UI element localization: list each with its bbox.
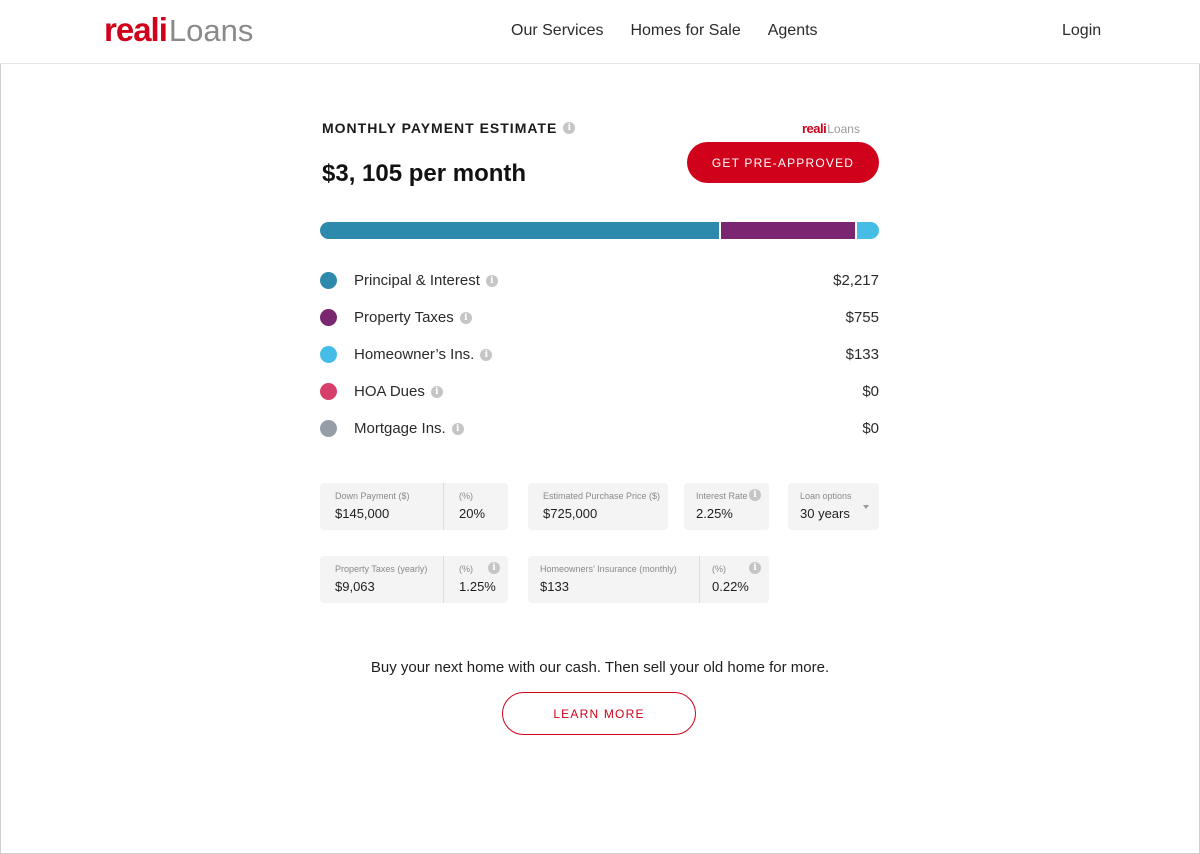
breakdown-label: HOA Dues: [354, 383, 425, 400]
logo-secondary: Loans: [168, 13, 254, 48]
hoa-dues-dot: [320, 383, 337, 400]
breakdown-value: $0: [862, 383, 879, 400]
nav-our-services[interactable]: Our Services: [511, 22, 603, 40]
breakdown-value: $133: [845, 346, 879, 363]
estimate-title: MONTHLY PAYMENT ESTIMATE: [322, 120, 558, 136]
field-label: Property Taxes (yearly): [335, 564, 428, 574]
breakdown-row-property-taxes: Property Taxes i $755: [320, 299, 879, 336]
field-value: $725,000: [543, 506, 598, 521]
info-icon[interactable]: i: [451, 422, 464, 435]
reali-loans-logo[interactable]: reali Loans: [104, 11, 254, 49]
top-header: reali Loans Our Services Homes for Sale …: [0, 0, 1200, 64]
field-value: $9,063: [335, 579, 375, 594]
get-pre-approved-button[interactable]: GET PRE-APPROVED: [687, 142, 879, 183]
down-payment-input[interactable]: Down Payment ($) $145,000: [320, 483, 443, 530]
principal-interest-dot: [320, 272, 337, 289]
payment-breakdown-bar: [320, 222, 879, 239]
bar-segment-property-taxes: [719, 222, 856, 239]
main-nav: Our Services Homes for Sale Agents: [511, 22, 818, 40]
field-label: Estimated Purchase Price ($): [543, 491, 661, 501]
homeowners-insurance-input[interactable]: Homeowners’ Insurance (monthly) $133: [528, 556, 699, 603]
info-icon[interactable]: i: [488, 562, 500, 574]
badge-primary: reali: [802, 121, 827, 136]
property-taxes-dot: [320, 309, 337, 326]
field-label: (%): [459, 491, 473, 501]
payment-breakdown-list: Principal & Interest i $2,217 Property T…: [320, 262, 879, 447]
breakdown-label: Homeowner’s Ins.: [354, 346, 475, 363]
info-icon[interactable]: i: [485, 274, 498, 287]
purchase-price-field: Estimated Purchase Price ($) $725,000: [528, 483, 668, 530]
promo-text: Buy your next home with our cash. Then s…: [370, 659, 830, 676]
breakdown-label: Principal & Interest: [354, 272, 480, 289]
purchase-price-input[interactable]: Estimated Purchase Price ($) $725,000: [528, 483, 668, 530]
field-label: Loan options: [800, 491, 852, 501]
field-value: 0.22%: [712, 579, 749, 594]
info-icon[interactable]: i: [749, 489, 761, 501]
breakdown-value: $755: [845, 309, 879, 326]
interest-rate-input[interactable]: Interest Rate 2.25% i: [684, 483, 769, 530]
info-icon[interactable]: i: [749, 562, 761, 574]
reali-loans-badge: reali Loans: [802, 121, 860, 136]
breakdown-label: Property Taxes: [354, 309, 454, 326]
nav-homes-for-sale[interactable]: Homes for Sale: [630, 22, 740, 40]
mortgage-ins-dot: [320, 420, 337, 437]
login-link[interactable]: Login: [1062, 22, 1101, 40]
info-icon[interactable]: i: [563, 122, 576, 134]
field-value: 20%: [459, 506, 486, 521]
field-value: 2.25%: [696, 506, 733, 521]
info-icon[interactable]: i: [430, 385, 443, 398]
bar-segment-homeowner-s-ins: [855, 222, 879, 239]
down-payment-field: Down Payment ($) $145,000 (%) 20%: [320, 483, 508, 530]
breakdown-row-mortgage-ins: Mortgage Ins. i $0: [320, 410, 879, 447]
nav-agents[interactable]: Agents: [768, 22, 818, 40]
field-value: $133: [540, 579, 569, 594]
field-value: $145,000: [335, 506, 390, 521]
property-taxes-percent-input[interactable]: (%) 1.25% i: [443, 556, 508, 603]
chevron-down-icon: [863, 505, 869, 509]
logo-primary: reali: [104, 11, 168, 48]
field-label: Homeowners’ Insurance (monthly): [540, 564, 677, 574]
property-taxes-field: Property Taxes (yearly) $9,063 (%) 1.25%…: [320, 556, 508, 603]
field-label: Down Payment ($): [335, 491, 410, 501]
loan-options-select[interactable]: Loan options 30 years: [788, 483, 879, 530]
interest-rate-field: Interest Rate 2.25% i: [684, 483, 769, 530]
learn-more-button[interactable]: LEARN MORE: [502, 692, 696, 735]
info-icon[interactable]: i: [480, 348, 493, 361]
estimate-title-row: MONTHLY PAYMENT ESTIMATE i: [322, 120, 576, 136]
loan-options-field: Loan options 30 years: [788, 483, 879, 530]
bar-segment-principal-interest: [320, 222, 720, 239]
monthly-payment-amount: $3, 105 per month: [322, 160, 527, 187]
breakdown-row-principal-interest: Principal & Interest i $2,217: [320, 262, 879, 299]
info-icon[interactable]: i: [459, 311, 472, 324]
badge-secondary: Loans: [827, 122, 860, 136]
field-label: (%): [459, 564, 473, 574]
property-taxes-input[interactable]: Property Taxes (yearly) $9,063: [320, 556, 443, 603]
breakdown-label: Mortgage Ins.: [354, 420, 446, 437]
breakdown-row-hoa-dues: HOA Dues i $0: [320, 373, 879, 410]
field-value: 1.25%: [459, 579, 496, 594]
breakdown-value: $0: [862, 420, 879, 437]
breakdown-row-homeowners-ins: Homeowner’s Ins. i $133: [320, 336, 879, 373]
homeowners-insurance-field: Homeowners’ Insurance (monthly) $133 (%)…: [528, 556, 769, 603]
breakdown-value: $2,217: [833, 272, 879, 289]
homeowners-ins-dot: [320, 346, 337, 363]
down-payment-percent-input[interactable]: (%) 20%: [443, 483, 508, 530]
homeowners-insurance-percent-input[interactable]: (%) 0.22% i: [699, 556, 769, 603]
